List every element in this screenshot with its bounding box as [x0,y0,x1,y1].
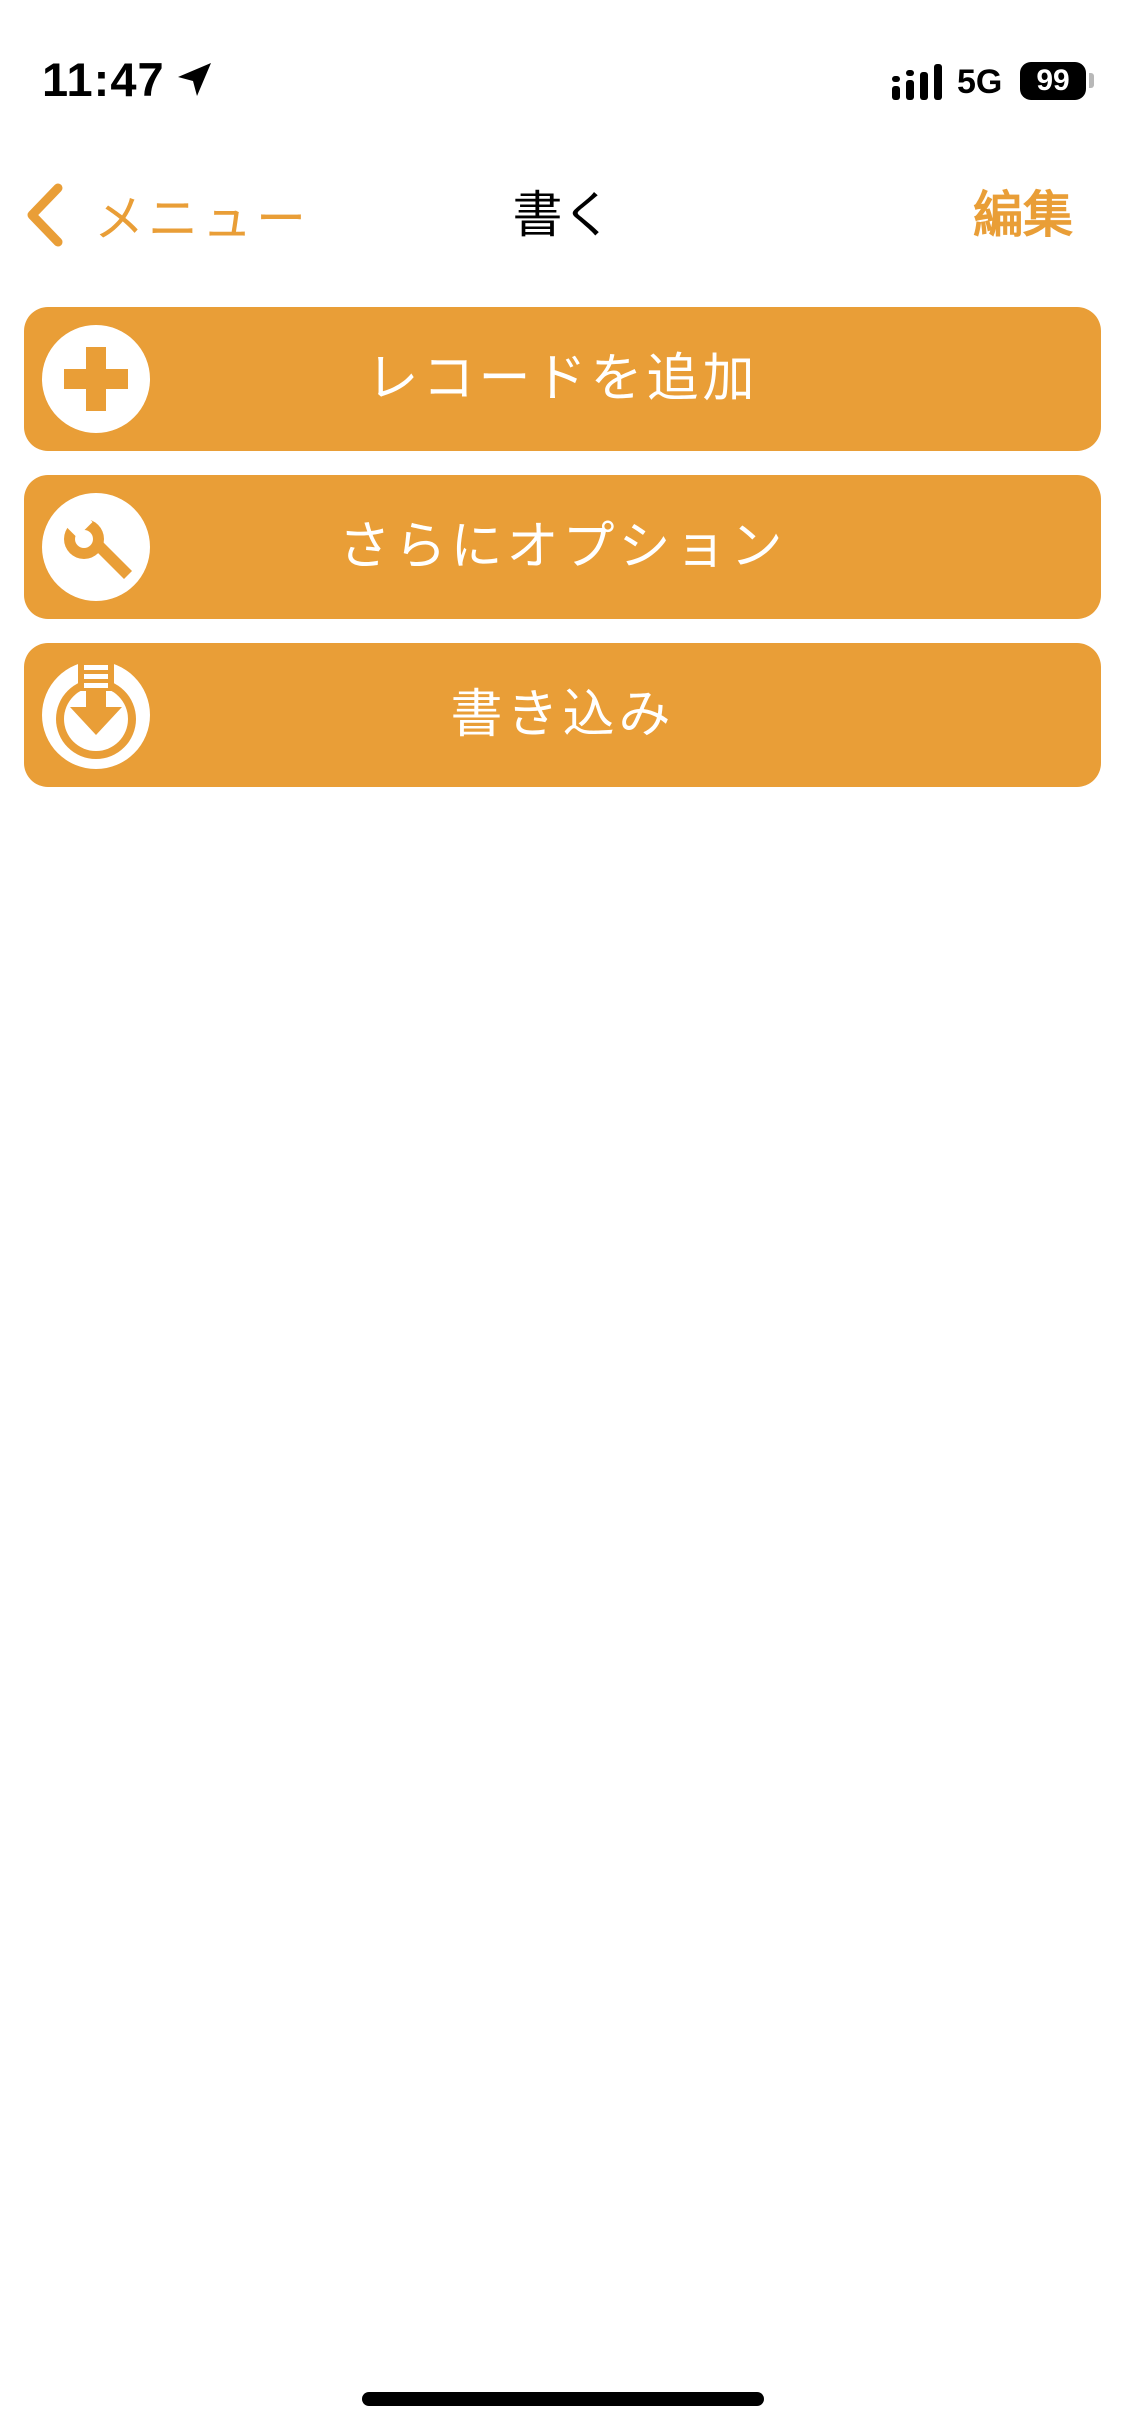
battery-level: 99 [1036,64,1070,97]
home-indicator[interactable] [362,2392,764,2406]
back-button-label: メニュー [94,190,310,248]
network-type: 5G [957,63,1003,101]
battery-indicator: 99 [1020,62,1086,100]
menu-item-add-record[interactable]: レコードを追加 [24,307,1101,451]
menu-item-label: 書き込み [450,685,675,745]
battery-cap [1089,73,1094,88]
menu-item-label: さらにオプション [338,517,787,577]
back-button[interactable]: メニュー [22,180,310,250]
menu-item-write[interactable]: 書き込み [24,643,1101,787]
menu-item-more-options[interactable]: さらにオプション [24,475,1101,619]
menu-item-label: レコードを追加 [366,349,759,409]
signal-icon [892,64,942,100]
menu-list: レコードを追加 さらにオプション 書き込み [24,307,1101,811]
status-bar: 11:47 5G 99 [0,0,1125,150]
status-time: 11:47 [42,53,165,106]
chevron-left-icon [27,183,63,247]
location-arrow-icon [178,63,211,96]
edit-button[interactable]: 編集 [973,180,1073,250]
